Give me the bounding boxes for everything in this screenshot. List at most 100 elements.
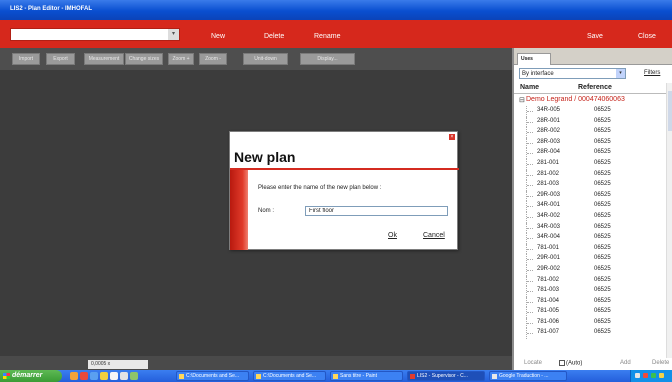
chevron-down-icon[interactable]: ▾	[168, 29, 179, 40]
quick-launch-icon[interactable]	[90, 372, 98, 380]
list-item[interactable]: 281-001 06525	[514, 158, 666, 170]
quick-launch-icon[interactable]	[110, 372, 118, 380]
item-name: 281-001	[537, 159, 560, 166]
list-item[interactable]: 34R-004 06525	[514, 233, 666, 244]
tray-icon[interactable]	[651, 373, 656, 378]
browser-icon	[492, 374, 497, 379]
taskbar-item[interactable]: Sans titre - Paint	[330, 371, 403, 381]
unit-down-button[interactable]: Unit-down	[243, 53, 288, 65]
list-item[interactable]: 34R-005 06525	[514, 106, 666, 117]
taskbar-item[interactable]: Google Traduction - ...	[489, 371, 567, 381]
dialog-message: Please enter the name of the new plan be…	[258, 185, 382, 191]
quick-launch-icon[interactable]	[70, 372, 78, 380]
list-item[interactable]: 281-003 06525	[514, 180, 666, 191]
add-button[interactable]: Add	[620, 360, 631, 366]
uses-panel: Uses By interface ▾ Filters Name Referen…	[512, 48, 672, 370]
new-button[interactable]: New	[211, 33, 225, 40]
collapse-icon[interactable]: ⊟	[519, 96, 525, 104]
plan-select[interactable]: ▾	[10, 28, 180, 41]
taskbar-item-label: Google Traduction - ...	[499, 373, 549, 379]
folder-icon	[179, 374, 184, 379]
measurement-button[interactable]: Measurement	[84, 53, 124, 65]
filter-select[interactable]: By interface ▾	[519, 68, 626, 79]
ok-button[interactable]: Ok	[388, 232, 397, 239]
delete-button[interactable]: Delete	[652, 360, 669, 366]
tree-group[interactable]: ⊟ Demo Legrand / 000474060063	[514, 96, 672, 106]
list-item[interactable]: 34R-002 06525	[514, 211, 666, 223]
tray-icon[interactable]	[643, 373, 648, 378]
display-button[interactable]: Display...	[300, 53, 355, 65]
filters-link[interactable]: Filters	[644, 70, 660, 76]
start-button[interactable]: démarrer	[0, 370, 62, 382]
item-reference: 06525	[594, 308, 611, 315]
quick-launch-icon[interactable]	[100, 372, 108, 380]
close-button[interactable]: Close	[638, 33, 656, 40]
list-item[interactable]: 29R-003 06525	[514, 190, 666, 202]
list-item[interactable]: 781-003 06525	[514, 286, 666, 297]
tree-connector	[526, 233, 533, 244]
change-sizes-button[interactable]: Change sizes	[125, 53, 163, 65]
list-item[interactable]: 781-006 06525	[514, 317, 666, 329]
list-item[interactable]: 781-004 06525	[514, 296, 666, 308]
chevron-down-icon[interactable]: ▾	[616, 69, 625, 78]
tree-connector	[526, 190, 533, 202]
taskbar-item-active[interactable]: LIS2 - Supervisor - C...	[407, 371, 485, 381]
quick-launch-icon[interactable]	[120, 372, 128, 380]
zoom-in-button[interactable]: Zoom +	[168, 53, 194, 65]
list-item[interactable]: 28R-003 06525	[514, 137, 666, 149]
zoom-out-button[interactable]: Zoom -	[199, 53, 227, 65]
locate-button[interactable]: Locate	[524, 360, 542, 366]
filter-select-value: By interface	[522, 71, 554, 77]
quick-launch-icon[interactable]	[80, 372, 88, 380]
item-name: 29R-001	[537, 255, 561, 262]
list-item[interactable]: 34R-003 06525	[514, 222, 666, 234]
list-item[interactable]: 28R-004 06525	[514, 148, 666, 159]
import-button[interactable]: Import	[12, 53, 40, 65]
item-reference: 06525	[594, 212, 611, 219]
column-name[interactable]: Name	[520, 84, 539, 91]
item-reference: 06525	[594, 181, 611, 188]
vertical-scrollbar[interactable]	[666, 83, 672, 358]
list-item[interactable]: 781-001 06525	[514, 243, 666, 255]
scrollbar-thumb[interactable]	[668, 91, 672, 131]
zoom-level-select[interactable]: 0,0005 x	[88, 360, 148, 369]
item-reference: 06525	[594, 159, 611, 166]
list-item[interactable]: 29R-002 06525	[514, 264, 666, 276]
plan-name-input[interactable]	[305, 206, 448, 216]
quick-launch-icon[interactable]	[130, 372, 138, 380]
list-item[interactable]: 28R-001 06525	[514, 116, 666, 128]
list-item[interactable]: 781-005 06525	[514, 307, 666, 318]
delete-button[interactable]: Delete	[264, 33, 284, 40]
list-item[interactable]: 29R-001 06525	[514, 254, 666, 265]
tree-connector	[526, 264, 533, 276]
rename-button[interactable]: Rename	[314, 33, 340, 40]
column-reference[interactable]: Reference	[578, 84, 612, 91]
taskbar-item[interactable]: C:\Documents and Se...	[176, 371, 249, 381]
item-name: 28R-002	[537, 128, 561, 135]
cancel-button[interactable]: Cancel	[423, 232, 445, 239]
list-item[interactable]: 34R-001 06525	[514, 201, 666, 212]
tree-connector	[526, 180, 533, 191]
export-button[interactable]: Export	[46, 53, 75, 65]
tab-uses[interactable]: Uses	[517, 53, 551, 65]
save-button[interactable]: Save	[587, 33, 603, 40]
auto-label: (Auto)	[566, 360, 583, 367]
list-item[interactable]: 281-002 06525	[514, 169, 666, 181]
toolbar: Import Export Measurement Change sizes Z…	[0, 48, 512, 70]
list-item[interactable]: 781-002 06525	[514, 275, 666, 287]
item-name: 34R-003	[537, 223, 561, 230]
group-label: Demo Legrand / 000474060063	[526, 96, 625, 103]
item-name: 29R-003	[537, 191, 561, 198]
item-reference: 06525	[594, 191, 611, 198]
item-name: 781-005	[537, 308, 560, 315]
tray-icon[interactable]	[635, 373, 640, 378]
close-icon[interactable]: ×	[449, 134, 455, 140]
list-item[interactable]: 781-007 06525	[514, 328, 666, 340]
list-item[interactable]: 28R-002 06525	[514, 127, 666, 138]
tray-icon[interactable]	[659, 373, 664, 378]
checkbox-icon	[559, 360, 565, 366]
taskbar-item[interactable]: C:\Documents and Se...	[253, 371, 326, 381]
item-reference: 06525	[594, 297, 611, 304]
item-reference: 06525	[594, 138, 611, 145]
auto-checkbox[interactable]: (Auto)	[559, 360, 582, 367]
